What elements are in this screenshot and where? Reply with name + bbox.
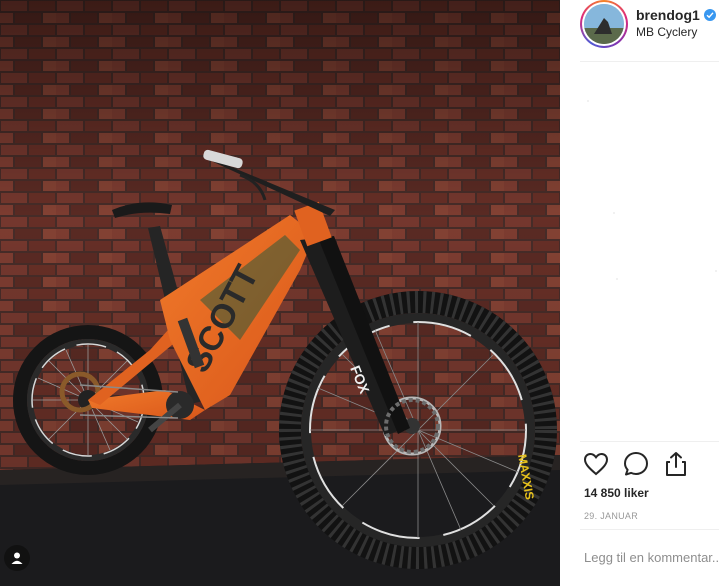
like-count[interactable]: 14 850 liker (584, 486, 649, 500)
post-header: brendog1 • MB Cyclery (560, 0, 719, 50)
front-wheel: MAXXIS (279, 291, 557, 569)
comment-input[interactable] (584, 546, 719, 568)
username-link[interactable]: brendog1 (636, 7, 700, 23)
post-actions (582, 450, 702, 478)
story-ring[interactable] (580, 0, 628, 48)
post-date[interactable]: 29. JANUAR (584, 511, 638, 521)
bike-photo-image: MAXXIS SCOTT FOX (0, 0, 560, 586)
user-avatar[interactable] (584, 4, 624, 44)
avatar-photo-icon (584, 4, 624, 44)
comments-divider (580, 441, 719, 442)
share-button[interactable] (662, 450, 690, 478)
comment-bubble-icon (624, 452, 648, 476)
heart-icon (583, 452, 609, 476)
location-link[interactable]: MB Cyclery (636, 25, 697, 39)
person-silhouette-icon (11, 552, 23, 564)
post-side-panel: brendog1 • MB Cyclery (560, 0, 719, 586)
like-button[interactable] (582, 450, 610, 478)
post-photo[interactable]: MAXXIS SCOTT FOX (0, 0, 560, 586)
share-upload-icon (666, 452, 686, 476)
input-divider (580, 529, 719, 530)
verified-badge-icon (703, 9, 716, 21)
comment-button[interactable] (622, 450, 650, 478)
header-divider (580, 61, 719, 62)
corner-user-icon[interactable] (4, 545, 30, 571)
